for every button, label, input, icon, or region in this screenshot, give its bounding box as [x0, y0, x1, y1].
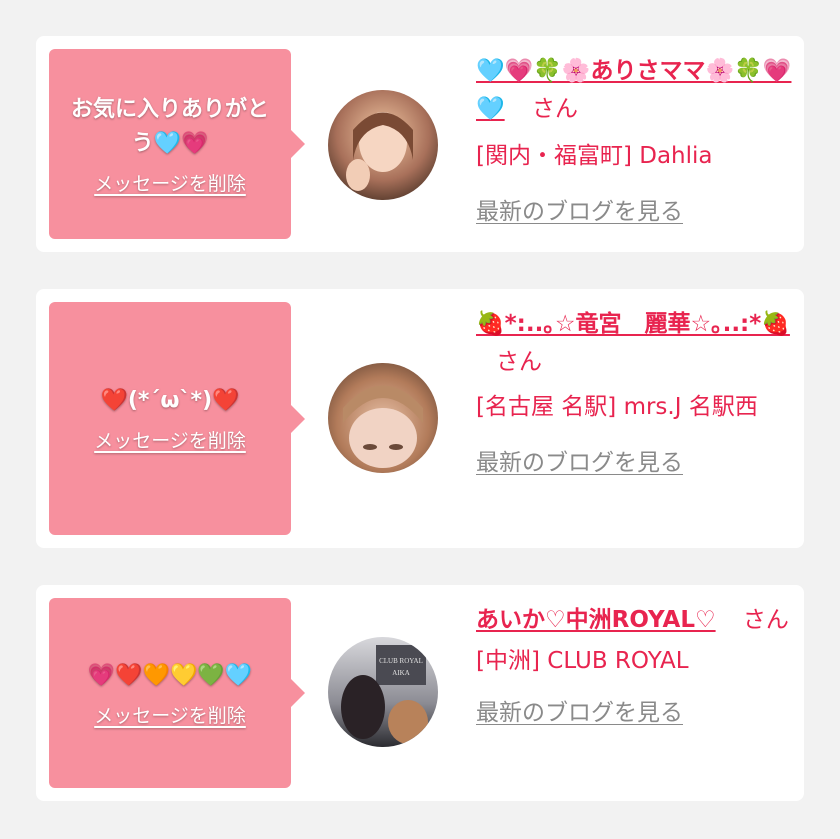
cast-name-line: 🍓*:..｡☆竜宮 麗華☆｡..:*🍓 さん — [476, 305, 798, 381]
message-bubble: ❤️(*´ω`*)❤️ メッセージを削除 — [49, 302, 305, 535]
message-text: お気に入りありがとう🩵💗 — [70, 96, 269, 156]
avatar-photo: CLUB ROYAL AIKA — [328, 637, 438, 747]
cast-name-line: 🩵💗🍀🌸ありさママ🌸🍀💗🩵 さん — [476, 52, 798, 128]
shop-name: [中洲] CLUB ROYAL — [476, 648, 689, 674]
favorite-card: 💗❤️🧡💛💚🩵 メッセージを削除 CLUB ROYAL AIKA あいか♡中洲R… — [36, 585, 804, 801]
cast-name-link[interactable]: 🍓*:..｡☆竜宮 麗華☆｡..:*🍓 — [476, 311, 790, 337]
latest-blog-link[interactable]: 最新のブログを見る — [476, 693, 798, 727]
message-bubble: お気に入りありがとう🩵💗 メッセージを削除 — [49, 49, 305, 239]
cast-name-line: あいか♡中洲ROYAL♡ さん — [476, 601, 798, 639]
cast-info: 🩵💗🍀🌸ありさママ🌸🍀💗🩵 さん [関内・福富町] Dahlia 最新のブログを… — [476, 52, 798, 226]
avatar-photo — [328, 90, 438, 200]
honorific: さん — [496, 349, 542, 375]
cast-name-link[interactable]: 🩵💗🍀🌸ありさママ🌸🍀💗🩵 — [476, 58, 791, 122]
avatar[interactable]: CLUB ROYAL AIKA — [328, 637, 438, 747]
honorific: さん — [531, 96, 578, 122]
cast-info: 🍓*:..｡☆竜宮 麗華☆｡..:*🍓 さん [名古屋 名駅] mrs.J 名駅… — [476, 305, 798, 477]
honorific: さん — [742, 607, 789, 633]
latest-blog-link[interactable]: 最新のブログを見る — [476, 443, 798, 477]
cast-name-link[interactable]: あいか♡中洲ROYAL♡ — [476, 607, 716, 633]
avatar-sign: CLUB ROYAL — [379, 657, 423, 665]
delete-message-link[interactable]: メッセージを削除 — [94, 701, 246, 728]
favorite-card: お気に入りありがとう🩵💗 メッセージを削除 🩵💗🍀🌸ありさママ🌸🍀💗🩵 さん [… — [36, 36, 804, 252]
avatar-photo — [328, 363, 438, 473]
cast-info: あいか♡中洲ROYAL♡ さん [中洲] CLUB ROYAL 最新のブログを見… — [476, 601, 798, 727]
delete-message-link[interactable]: メッセージを削除 — [94, 426, 246, 453]
latest-blog-link[interactable]: 最新のブログを見る — [476, 192, 798, 226]
avatar[interactable] — [328, 363, 438, 473]
message-text: ❤️(*´ω`*)❤️ — [100, 388, 240, 413]
message-text: 💗❤️🧡💛💚🩵 — [87, 662, 253, 688]
message-bubble: 💗❤️🧡💛💚🩵 メッセージを削除 — [49, 598, 305, 788]
favorite-card: ❤️(*´ω`*)❤️ メッセージを削除 🍓*:..｡☆竜宮 麗華☆｡..:*🍓… — [36, 289, 804, 548]
delete-message-link[interactable]: メッセージを削除 — [94, 169, 246, 196]
avatar[interactable] — [328, 90, 438, 200]
shop-name: [関内・福富町] Dahlia — [476, 143, 713, 169]
avatar-sign: AIKA — [392, 669, 410, 677]
shop-name: [名古屋 名駅] mrs.J 名駅西 — [476, 394, 758, 420]
